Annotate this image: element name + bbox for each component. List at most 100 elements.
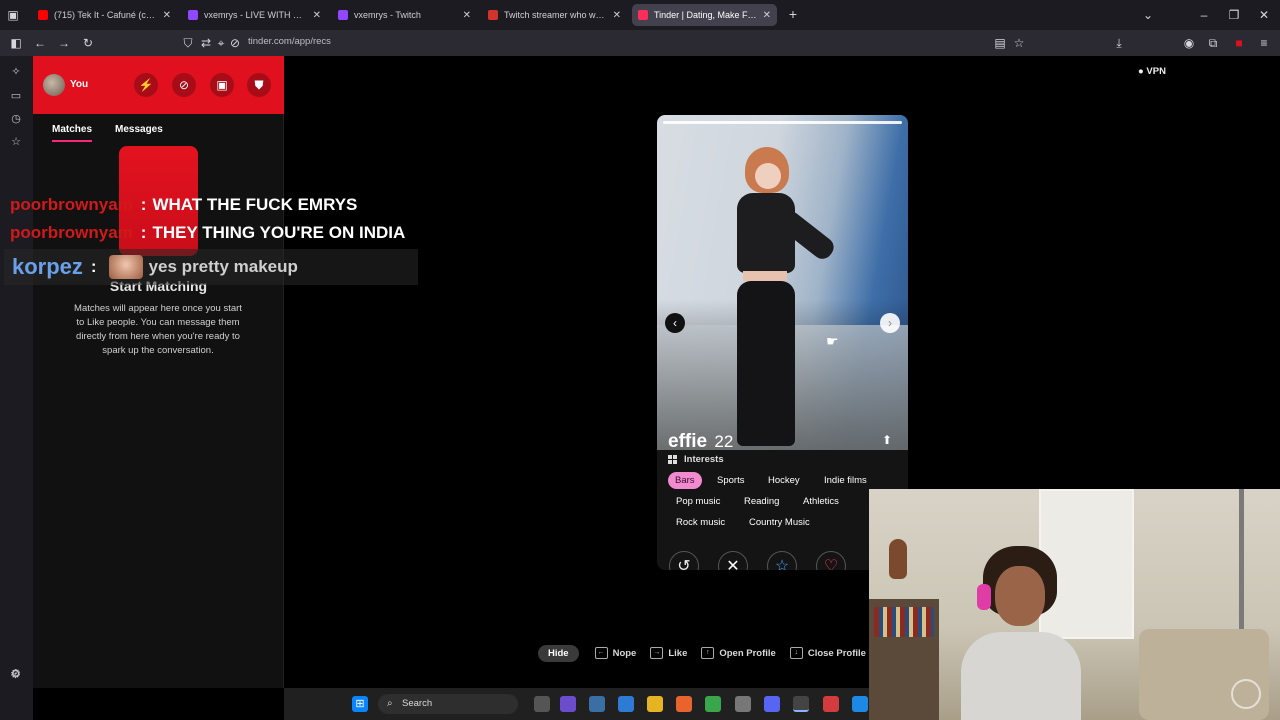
- open-profile-arrow-icon[interactable]: ⬆: [880, 433, 894, 447]
- browser-tab-news[interactable]: Twitch streamer who was banne ✕: [482, 4, 627, 26]
- browser-tab-twitch[interactable]: vxemrys - Twitch ✕: [332, 4, 477, 26]
- obs-icon[interactable]: [793, 696, 809, 712]
- boost-icon[interactable]: ⚡: [134, 73, 158, 97]
- permissions-icon[interactable]: ⇄: [198, 35, 214, 51]
- avatar[interactable]: [43, 74, 65, 96]
- browser-tab-twitch-live[interactable]: vxemrys - LIVE WITH THE BLACK ✕: [182, 4, 327, 26]
- downloads-icon[interactable]: ⤓: [1111, 35, 1127, 51]
- interests-grid-icon: [668, 455, 677, 464]
- file-explorer-icon[interactable]: [647, 696, 663, 712]
- photo-subject: [727, 145, 838, 450]
- discord-icon[interactable]: [764, 696, 780, 712]
- tab-title: vxemrys - LIVE WITH THE BLACK: [204, 10, 307, 20]
- explore-icon[interactable]: ⊘: [172, 73, 196, 97]
- next-photo-icon[interactable]: ›: [880, 313, 900, 333]
- shortcut-label: Close Profile: [807, 647, 866, 659]
- vpn-label: VPN: [1146, 66, 1166, 77]
- browser-tab-youtube[interactable]: (715) Tek It - Cafuné (cover) ✕: [32, 4, 177, 26]
- interest-chip: Hockey: [768, 475, 800, 486]
- rewind-button[interactable]: ↺: [669, 551, 699, 570]
- app-icon[interactable]: [823, 696, 839, 712]
- tinder-sidebar: You ⚡ ⊘ ▣ ⛊ Matches Messages Start Match…: [33, 56, 284, 688]
- synced-tabs-icon[interactable]: ▭: [8, 88, 24, 104]
- browser-sidebar: ✧ ▭ ◷ ☆ ⚙: [0, 56, 33, 720]
- interest-chip: Athletics: [803, 496, 839, 507]
- maximize-icon[interactable]: ❐: [1226, 7, 1242, 23]
- vpn-button[interactable]: ● VPN: [1138, 66, 1166, 77]
- profile-photo[interactable]: [657, 115, 908, 450]
- tab-messages[interactable]: Messages: [115, 124, 163, 135]
- photo-progress-bar: [663, 121, 902, 124]
- start-menu-icon[interactable]: ⊞: [352, 696, 368, 712]
- bookmarks-icon[interactable]: ☆: [8, 134, 24, 150]
- bookmark-star-icon[interactable]: ☆: [1011, 35, 1027, 51]
- settings-gear-icon[interactable]: ⚙: [10, 667, 21, 681]
- hand-cursor-icon: ☛: [826, 333, 839, 349]
- headset-icon: [977, 584, 991, 610]
- tab-overview-icon[interactable]: ▣: [5, 7, 21, 23]
- xbox-icon[interactable]: [705, 696, 721, 712]
- twitch-icon: [188, 10, 198, 20]
- firefox-icon[interactable]: [676, 696, 692, 712]
- browser-tab-strip: ▣ (715) Tek It - Cafuné (cover) ✕ vxemry…: [0, 0, 1280, 30]
- tinder-header: You ⚡ ⊘ ▣ ⛊: [33, 56, 284, 114]
- reader-view-icon[interactable]: ▤: [992, 35, 1008, 51]
- ai-chat-icon[interactable]: ✧: [8, 64, 24, 80]
- like-button[interactable]: ♡: [816, 551, 846, 570]
- super-like-button[interactable]: ☆: [767, 551, 797, 570]
- close-tab-icon[interactable]: ✕: [313, 10, 321, 21]
- close-tab-icon[interactable]: ✕: [763, 10, 771, 21]
- tab-title: Twitch streamer who was banne: [504, 10, 607, 20]
- settings-app-icon[interactable]: [735, 696, 751, 712]
- edge-icon[interactable]: [852, 696, 868, 712]
- work-mode-icon[interactable]: ▣: [210, 73, 234, 97]
- app-icon[interactable]: [618, 696, 634, 712]
- sidebar-toggle-icon[interactable]: ◧: [8, 35, 24, 51]
- task-view-icon[interactable]: [534, 696, 550, 712]
- chat-text: yes pretty makeup: [148, 257, 298, 276]
- twitch-icon: [338, 10, 348, 20]
- menu-icon[interactable]: ≡: [1256, 35, 1272, 51]
- close-tab-icon[interactable]: ✕: [613, 10, 621, 21]
- news-icon: [488, 10, 498, 20]
- keyboard-shortcuts-bar: Hide ← Nope → Like ↑ Open Profile ↓ Close Pr…: [538, 643, 880, 663]
- chat-username: poorbrownyam: [10, 195, 133, 214]
- watermark-logo-icon: [1231, 679, 1261, 709]
- chat-separator: :: [140, 195, 147, 214]
- hide-shortcuts-button[interactable]: Hide: [538, 644, 579, 662]
- back-icon[interactable]: ←: [32, 35, 48, 51]
- arrow-up-key-icon: ↑: [701, 647, 715, 659]
- reload-icon[interactable]: ↻: [80, 35, 96, 51]
- interest-chip: Sports: [717, 475, 745, 486]
- forward-icon[interactable]: →: [56, 35, 72, 51]
- close-window-icon[interactable]: ✕: [1256, 7, 1272, 23]
- extensions-icon[interactable]: ⧉: [1205, 35, 1221, 51]
- new-tab-button[interactable]: +: [785, 6, 801, 22]
- close-tab-icon[interactable]: ✕: [163, 10, 171, 21]
- safety-shield-icon[interactable]: ⛊: [247, 73, 271, 97]
- copilot-icon[interactable]: [560, 696, 576, 712]
- camera-blocked-icon[interactable]: ⊘: [227, 35, 243, 51]
- previous-photo-icon[interactable]: ‹: [665, 313, 685, 333]
- interest-chip: Pop music: [676, 496, 721, 507]
- tab-title: (715) Tek It - Cafuné (cover): [54, 10, 157, 20]
- tab-matches[interactable]: Matches: [52, 124, 93, 142]
- tab-list-icon[interactable]: ⌄: [1140, 7, 1156, 23]
- minimize-icon[interactable]: –: [1196, 7, 1212, 23]
- shortcut-label: Like: [668, 647, 688, 659]
- chat-username: korpez: [12, 254, 83, 279]
- taskbar-search[interactable]: ⌕ Search: [378, 694, 518, 714]
- url-field[interactable]: tinder.com/app/recs: [248, 36, 331, 47]
- arrow-down-key-icon: ↓: [789, 647, 803, 659]
- nope-button[interactable]: ✕: [718, 551, 748, 570]
- store-icon[interactable]: [589, 696, 605, 712]
- browser-tab-tinder[interactable]: Tinder | Dating, Make Friends & ✕: [632, 4, 777, 26]
- shield-icon[interactable]: ⛉: [180, 35, 196, 51]
- chat-message: korpez : yes pretty makeup: [4, 249, 418, 285]
- profile-name-label[interactable]: You: [70, 79, 88, 90]
- account-icon[interactable]: ◉: [1181, 35, 1197, 51]
- profile-age: 22: [714, 432, 734, 451]
- history-icon[interactable]: ◷: [8, 111, 24, 127]
- extension-badge-icon[interactable]: ■: [1231, 35, 1247, 51]
- close-tab-icon[interactable]: ✕: [463, 10, 471, 21]
